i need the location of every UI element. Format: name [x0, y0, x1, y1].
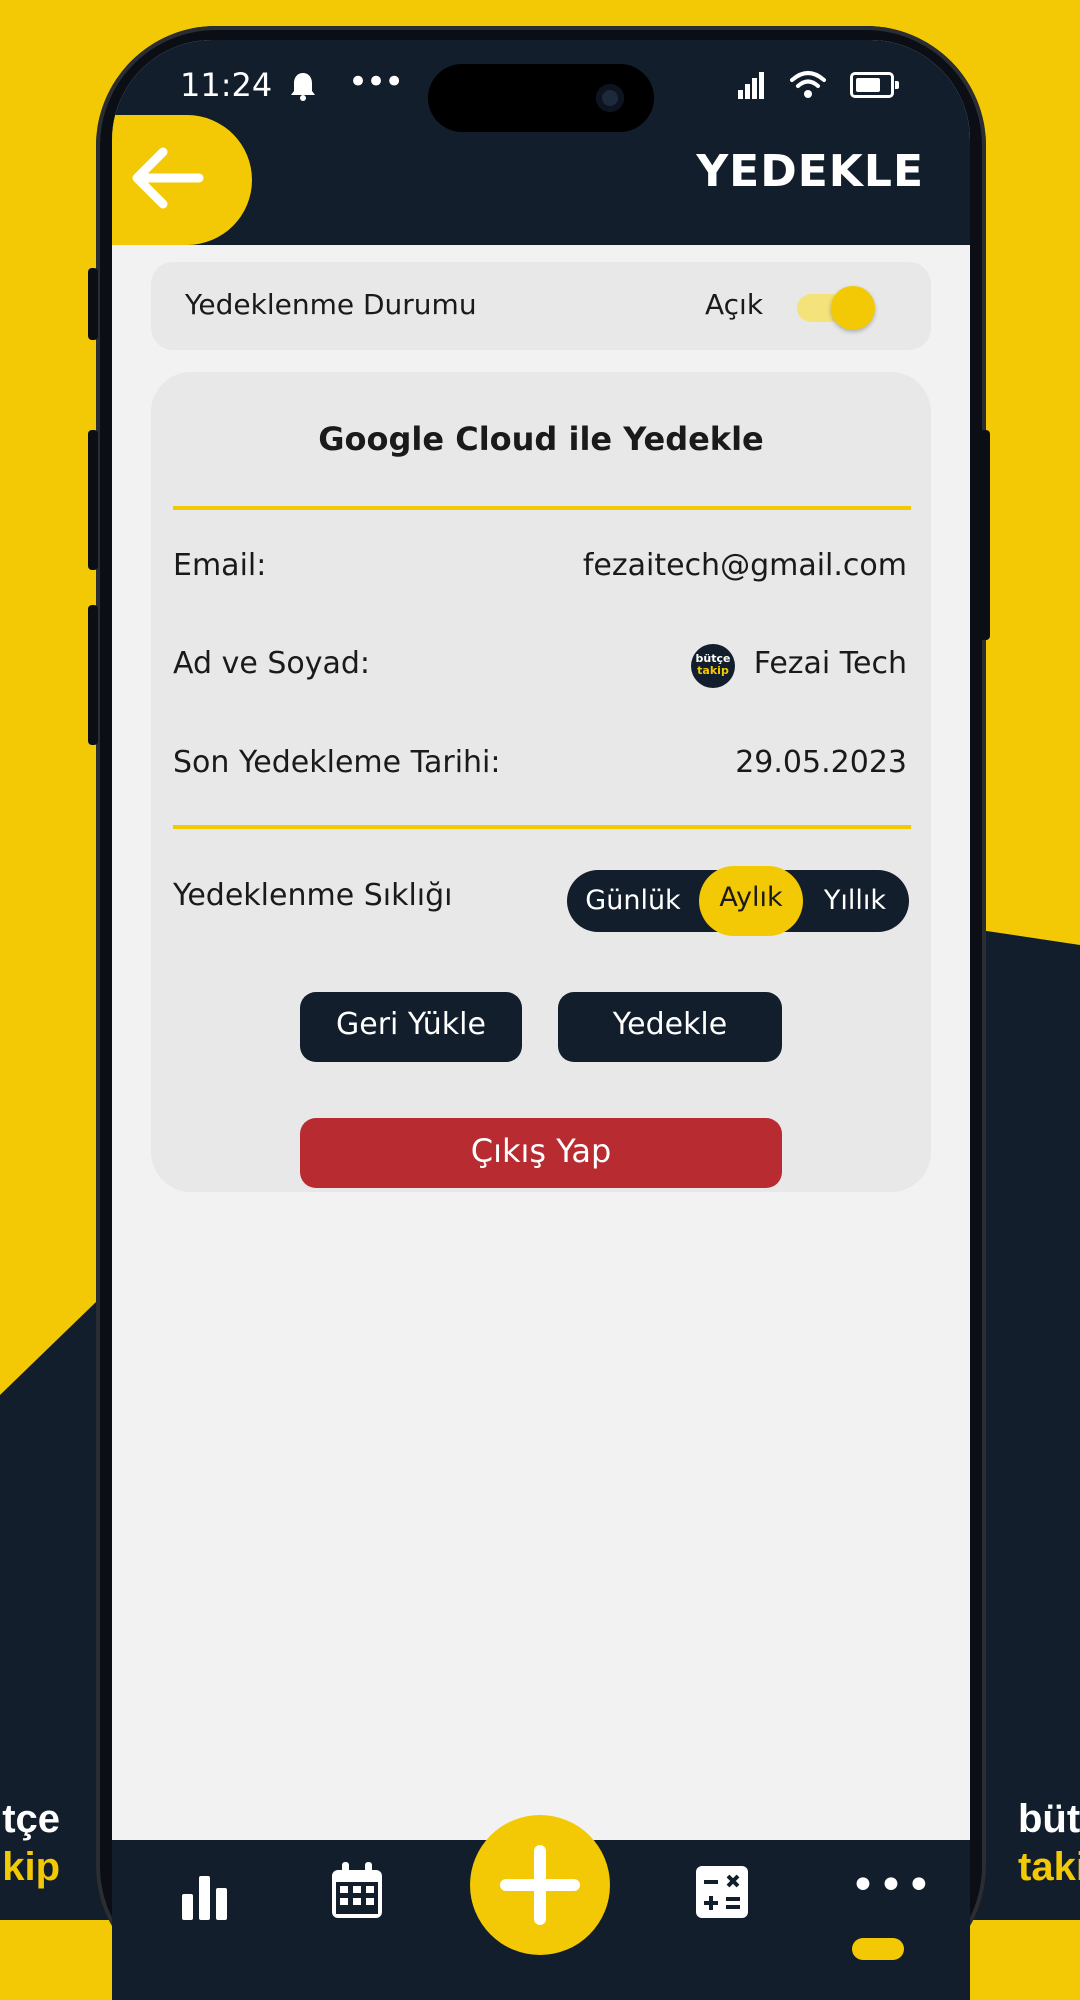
card-title: Google Cloud ile Yedekle	[318, 420, 764, 458]
email-label: Email:	[173, 548, 267, 583]
dynamic-island	[428, 64, 654, 132]
phone-side-button	[88, 430, 98, 570]
phone-side-button	[88, 268, 98, 340]
backup-button[interactable]: Yedekle	[558, 992, 782, 1062]
name-label: Ad ve Soyad:	[173, 646, 371, 681]
status-time: 11:24	[180, 66, 273, 104]
wifi-icon	[788, 68, 828, 104]
calculator-icon[interactable]	[696, 1866, 748, 1922]
more-icon[interactable]: •••	[850, 1860, 934, 1911]
phone-side-button	[980, 430, 990, 640]
battery-icon	[850, 72, 899, 98]
last-backup-value: 29.05.2023	[735, 745, 907, 780]
divider	[173, 506, 911, 510]
frequency-label: Yedeklenme Sıklığı	[173, 878, 453, 913]
logout-button[interactable]: Çıkış Yap	[300, 1118, 782, 1188]
last-backup-label: Son Yedekleme Tarihi:	[173, 745, 501, 780]
status-bar: 11:24 •••	[112, 40, 970, 132]
page-title: YEDEKLE	[696, 146, 924, 197]
arrow-left-icon	[129, 146, 205, 214]
chart-icon[interactable]	[180, 1872, 230, 1926]
backup-toggle[interactable]	[797, 286, 875, 330]
signal-icon	[736, 70, 766, 104]
restore-button[interactable]: Geri Yükle	[300, 992, 522, 1062]
calendar-icon[interactable]	[330, 1862, 384, 1924]
name-value: Fezai Tech	[753, 646, 907, 681]
more-status-icon: •••	[348, 62, 404, 102]
google-cloud-card: Google Cloud ile Yedekle Email: fezaitec…	[151, 372, 931, 1192]
back-button[interactable]	[112, 115, 252, 245]
toggle-knob	[831, 286, 875, 330]
add-button[interactable]	[470, 1815, 610, 1955]
phone-side-button	[88, 605, 98, 745]
frequency-option-monthly[interactable]: Aylık	[699, 866, 803, 936]
backup-status-value: Açık	[705, 288, 764, 321]
phone-screen: 11:24 ••• YEDEKLE Yedeklenme Durumu Açık…	[112, 40, 970, 2000]
avatar: bütçe takip	[691, 644, 735, 688]
email-value: fezaitech@gmail.com	[582, 548, 907, 583]
bell-icon	[288, 70, 318, 110]
frequency-option-daily[interactable]: Günlük	[567, 870, 699, 932]
backup-status-row: Yedeklenme Durumu Açık	[151, 262, 931, 350]
brand-logo-right: bütçe takip	[1018, 1797, 1080, 1889]
brand-logo-left: tçe kip	[2, 1797, 60, 1889]
divider	[173, 825, 911, 829]
backup-status-label: Yedeklenme Durumu	[185, 288, 477, 321]
frequency-option-yearly[interactable]: Yıllık	[803, 870, 907, 932]
frequency-selector: Günlük Aylık Yıllık	[567, 866, 909, 936]
camera-icon	[596, 84, 624, 112]
home-indicator	[852, 1938, 904, 1960]
